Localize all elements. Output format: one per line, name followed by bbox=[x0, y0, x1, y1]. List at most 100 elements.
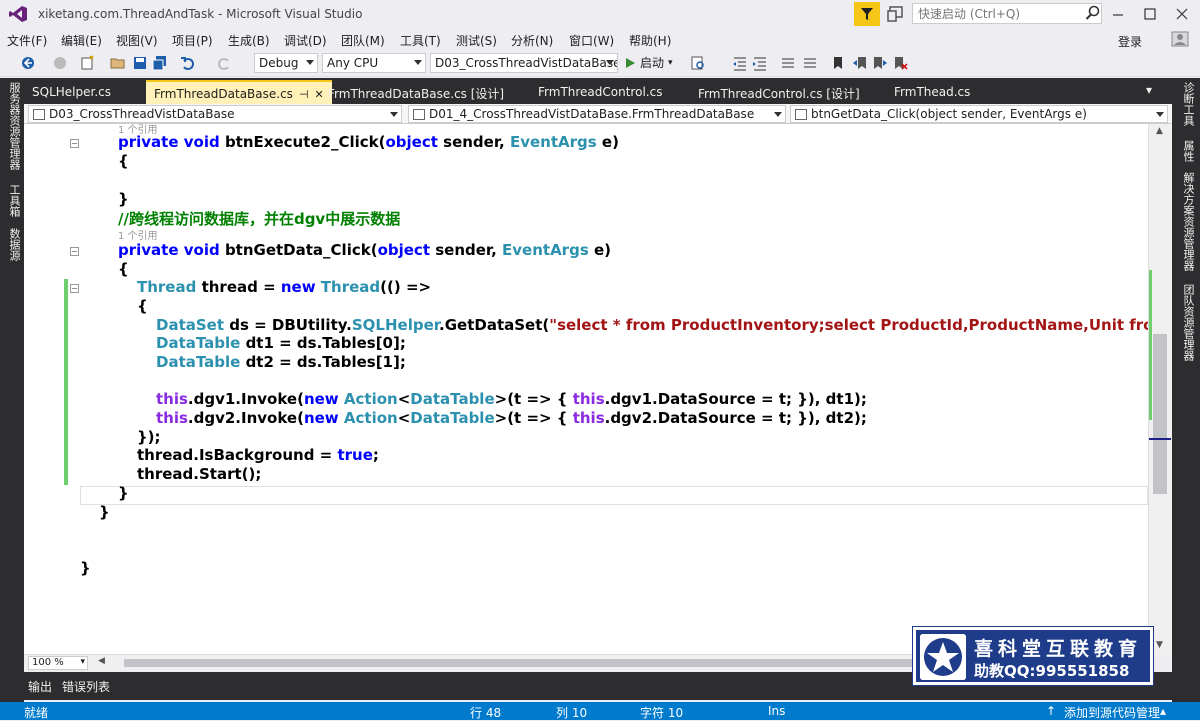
member-navigation-dropdown[interactable]: btnGetData_Click(object sender, EventArg… bbox=[790, 105, 1168, 123]
current-line-highlight bbox=[80, 486, 1148, 505]
tab-frmthreaddatabase-design[interactable]: FrmThreadDataBase.cs [设计] bbox=[320, 80, 512, 104]
comment-out-icon[interactable] bbox=[780, 55, 796, 71]
scroll-down-icon[interactable]: ▼ bbox=[1156, 640, 1163, 650]
save-all-icon[interactable] bbox=[152, 55, 168, 71]
feedback-filter-button[interactable] bbox=[854, 2, 880, 26]
diagnostic-tools-tab[interactable]: 诊断工具 bbox=[1180, 82, 1196, 126]
menu-help[interactable]: 帮助(H) bbox=[629, 32, 671, 49]
toolbox-tab[interactable]: 工具箱 bbox=[6, 184, 22, 217]
zoom-level-dropdown[interactable]: 100 % ▾ bbox=[28, 656, 88, 670]
clear-bookmarks-icon[interactable] bbox=[892, 55, 908, 71]
menu-view[interactable]: 视图(V) bbox=[116, 32, 158, 49]
watermark-brand: 喜科堂互联教育 bbox=[974, 638, 1143, 660]
undo-icon[interactable] bbox=[180, 55, 196, 71]
menu-edit[interactable]: 编辑(E) bbox=[61, 32, 102, 49]
solution-platform-dropdown[interactable]: Any CPU bbox=[322, 53, 426, 73]
collapse-icon[interactable]: − bbox=[70, 139, 79, 148]
tab-overflow-dropdown[interactable]: ▾ bbox=[1142, 80, 1156, 104]
add-to-source-control-button[interactable]: 添加到源代码管理 bbox=[1064, 704, 1160, 721]
chevron-up-icon[interactable]: ▴ bbox=[1160, 704, 1166, 718]
code-line: DataTable dt1 = ds.Tables[0]; bbox=[156, 334, 406, 352]
scroll-up-icon[interactable]: ▲ bbox=[1156, 126, 1163, 136]
solution-explorer-tab[interactable]: 解决方案资源管理器 bbox=[1180, 172, 1196, 271]
configuration-value: Debug bbox=[259, 56, 299, 70]
tab-sqlhelper-cs[interactable]: SQLHelper.cs bbox=[24, 80, 119, 104]
collapse-icon[interactable]: − bbox=[70, 247, 79, 256]
team-explorer-tab[interactable]: 团队资源管理器 bbox=[1180, 284, 1196, 361]
reference-count-lens[interactable]: 1 个引用 bbox=[118, 227, 158, 242]
scrollbar-thumb[interactable] bbox=[1153, 334, 1167, 494]
back-navigate-icon[interactable] bbox=[20, 55, 36, 71]
filter-icon bbox=[861, 8, 873, 20]
forward-navigate-icon[interactable] bbox=[52, 55, 68, 71]
change-indicator bbox=[64, 279, 68, 485]
code-editor[interactable]: − − − 1 个引用 private void btnExecute2_Cli… bbox=[24, 124, 1148, 654]
vertical-scrollbar[interactable]: ▲ ▼ bbox=[1148, 124, 1172, 654]
server-explorer-tab[interactable]: 服务器资源管理器 bbox=[6, 82, 22, 170]
search-icon[interactable] bbox=[1085, 5, 1101, 21]
menu-debug[interactable]: 调试(D) bbox=[284, 32, 327, 49]
menu-team[interactable]: 团队(M) bbox=[341, 32, 385, 49]
save-icon[interactable] bbox=[132, 55, 148, 71]
window-title: xiketang.com.ThreadAndTask - Microsoft V… bbox=[38, 7, 363, 21]
data-sources-tab[interactable]: 数据源 bbox=[6, 228, 22, 261]
zoom-value: 100 % bbox=[32, 657, 64, 668]
star-logo-icon bbox=[920, 634, 966, 680]
tab-label: FrmThead.cs bbox=[894, 85, 971, 99]
bookmark-icon[interactable] bbox=[830, 55, 846, 71]
horizontal-scrollbar-thumb[interactable] bbox=[124, 659, 984, 667]
sign-in-link[interactable]: 登录 bbox=[1118, 33, 1142, 50]
menu-test[interactable]: 测试(S) bbox=[456, 32, 497, 49]
start-debugging-button[interactable]: 启动 ▾ bbox=[624, 54, 673, 71]
maximize-icon[interactable] bbox=[1140, 4, 1160, 24]
caret-position-marker bbox=[1149, 438, 1171, 440]
tab-frmthreadcontrol-cs[interactable]: FrmThreadControl.cs bbox=[530, 80, 670, 104]
tab-frmthreaddatabase-cs[interactable]: FrmThreadDataBase.cs ⊣ ✕ bbox=[146, 80, 332, 104]
quick-launch-input[interactable] bbox=[912, 3, 1102, 24]
watermark-contact: 助教QQ:995551858 bbox=[974, 662, 1130, 680]
indent-icon[interactable] bbox=[752, 55, 768, 71]
redo-icon[interactable] bbox=[216, 55, 232, 71]
chevron-down-icon bbox=[606, 60, 614, 65]
menu-project[interactable]: 项目(P) bbox=[172, 32, 213, 49]
left-tool-window-strip: 服务器资源管理器 工具箱 数据源 bbox=[0, 78, 24, 702]
code-line: { bbox=[118, 260, 129, 278]
class-navigation-dropdown[interactable]: D01_4_CrossThreadVistDataBase.FrmThreadD… bbox=[408, 105, 786, 123]
collapse-icon[interactable]: − bbox=[70, 284, 79, 293]
menu-window[interactable]: 窗口(W) bbox=[569, 32, 614, 49]
standard-toolbar: Debug Any CPU D03_CrossThreadVistDataBas… bbox=[0, 51, 1200, 77]
open-folder-icon[interactable] bbox=[110, 55, 126, 71]
account-icon[interactable] bbox=[1170, 30, 1190, 48]
output-tab[interactable]: 输出 bbox=[28, 678, 52, 695]
tab-frmthreadcontrol-design[interactable]: FrmThreadControl.cs [设计] bbox=[690, 80, 868, 104]
uncomment-icon[interactable] bbox=[802, 55, 818, 71]
new-project-icon[interactable] bbox=[80, 55, 96, 71]
menu-analyze[interactable]: 分析(N) bbox=[511, 32, 553, 49]
chevron-down-icon: ▾ bbox=[668, 57, 673, 68]
menu-tools[interactable]: 工具(T) bbox=[400, 32, 441, 49]
menu-build[interactable]: 生成(B) bbox=[228, 32, 270, 49]
outdent-icon[interactable] bbox=[732, 55, 748, 71]
tab-label: FrmThreadControl.cs [设计] bbox=[698, 87, 860, 101]
startup-project-dropdown[interactable]: D03_CrossThreadVistDataBase bbox=[430, 53, 618, 73]
tab-frmthead-cs[interactable]: FrmThead.cs bbox=[886, 80, 978, 104]
status-ready: 就绪 bbox=[24, 706, 49, 720]
minimize-icon[interactable] bbox=[1108, 4, 1128, 24]
error-list-tab[interactable]: 错误列表 bbox=[62, 678, 110, 695]
properties-tab[interactable]: 属性 bbox=[1180, 140, 1196, 162]
close-icon[interactable] bbox=[1172, 4, 1192, 24]
pin-icon[interactable]: ⊣ bbox=[299, 88, 309, 101]
previous-bookmark-icon[interactable] bbox=[852, 55, 868, 71]
notifications-icon[interactable] bbox=[886, 5, 906, 23]
project-navigation-dropdown[interactable]: D03_CrossThreadVistDataBase bbox=[28, 105, 402, 123]
chevron-down-icon bbox=[1156, 112, 1164, 117]
menu-file[interactable]: 文件(F) bbox=[7, 32, 47, 49]
next-bookmark-icon[interactable] bbox=[872, 55, 888, 71]
code-line: Thread thread = new Thread(() => bbox=[137, 278, 432, 296]
project-nav-value: D03_CrossThreadVistDataBase bbox=[49, 107, 235, 121]
solution-configuration-dropdown[interactable]: Debug bbox=[254, 53, 318, 73]
code-line: thread.IsBackground = true; bbox=[137, 446, 379, 464]
scroll-left-icon[interactable]: ◀ bbox=[98, 656, 105, 666]
code-comment: //跨线程访问数据库，并在dgv中展示数据 bbox=[118, 210, 401, 228]
find-in-files-icon[interactable] bbox=[690, 55, 706, 71]
